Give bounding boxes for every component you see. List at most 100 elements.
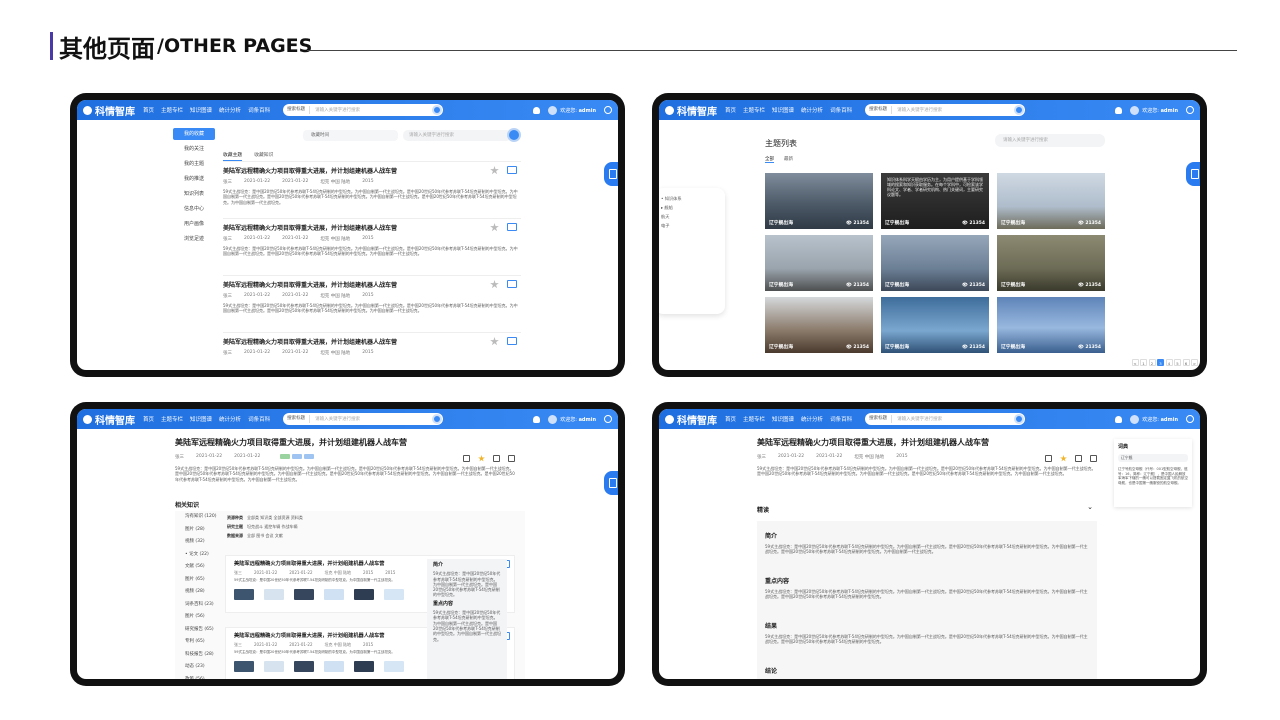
nav-graph[interactable]: 知识图谱 (772, 106, 794, 114)
date-filter[interactable]: 收藏时间 (303, 130, 398, 141)
related-category[interactable]: 科技报告 (28) (175, 649, 223, 662)
tree-node-root[interactable]: • 知识体系 (661, 194, 719, 203)
sidebar-item-knowledge[interactable]: 知识列表 (173, 188, 215, 200)
star-icon[interactable] (1060, 455, 1067, 462)
download-icon[interactable] (493, 455, 500, 462)
page-button[interactable]: 6 (1182, 359, 1190, 366)
tag-chip[interactable] (292, 454, 303, 459)
search-type-select[interactable]: 搜索标题 (283, 106, 311, 114)
global-search[interactable]: 搜索标题 请输入关键字进行搜索 (283, 413, 444, 425)
sidebar-item-topics[interactable]: 我的主题 (173, 158, 215, 170)
topic-tile[interactable]: 辽宁舰出海 👁 21354 (997, 173, 1105, 229)
book-icon[interactable] (507, 337, 517, 345)
chevron-down-icon[interactable]: ⌄ (1087, 503, 1093, 511)
sidebar-item-push[interactable]: 我的推送 (173, 173, 215, 185)
page-button[interactable]: 4 (1165, 359, 1173, 366)
floating-toolbar[interactable] (604, 162, 618, 186)
star-icon[interactable] (478, 455, 485, 462)
nav-topics[interactable]: 主题专栏 (743, 106, 765, 114)
share-icon[interactable] (1045, 455, 1052, 462)
power-icon[interactable] (1186, 415, 1194, 423)
sidebar-item-messages[interactable]: 信息中心 (173, 203, 215, 215)
avatar[interactable] (1130, 105, 1140, 115)
nav-wiki[interactable]: 词条百科 (830, 415, 852, 423)
bell-icon[interactable] (533, 415, 541, 423)
nav-stats[interactable]: 统计分析 (219, 415, 241, 423)
tab-latest[interactable]: 最新 (784, 156, 793, 163)
search-input[interactable]: 请输入关键字进行搜索 (892, 107, 942, 113)
app-logo[interactable]: 科情智库 (83, 412, 135, 427)
app-logo[interactable]: 科情智库 (83, 103, 135, 118)
tree-node-ships[interactable]: ▸ 舰船 (661, 203, 719, 212)
thumbnail[interactable] (384, 589, 404, 600)
article-title[interactable]: 美陆军远程精确火力项目取得重大进展，并计划组建机器人战车营 (223, 280, 521, 289)
page-button[interactable]: 1 (1140, 359, 1147, 366)
nav-home[interactable]: 首页 (143, 106, 154, 114)
tag-chip[interactable] (280, 454, 291, 459)
global-search[interactable]: 搜索标题 请输入关键字进行搜索 (283, 104, 444, 116)
floating-toolbar[interactable] (1186, 162, 1200, 186)
related-category[interactable]: 视频 (28) (175, 586, 223, 599)
topic-tile[interactable]: 辽宁舰出海 👁 21354 (765, 235, 873, 291)
sidebar-item-follows[interactable]: 我的关注 (173, 143, 215, 155)
search-type-select[interactable]: 搜索标题 (283, 415, 311, 423)
topic-tile[interactable]: 辽宁舰出海 👁 21354 (765, 173, 873, 229)
topic-search-input[interactable]: 请输入关键字进行搜索 (995, 134, 1105, 147)
related-category[interactable]: 视频 (32) (175, 536, 223, 549)
page-button[interactable]: 3 (1157, 359, 1164, 366)
nav-topics[interactable]: 主题专栏 (743, 415, 765, 423)
page-button[interactable]: < (1131, 359, 1139, 366)
nav-wiki[interactable]: 词条百科 (248, 106, 270, 114)
book-icon[interactable] (507, 223, 517, 231)
related-category[interactable]: 沟有知识 (120) (175, 511, 223, 524)
page-button[interactable]: > (1191, 359, 1198, 366)
related-category[interactable]: 专利 (65) (175, 636, 223, 649)
global-search[interactable]: 搜索标题 请输入关键字进行搜索 (865, 413, 1026, 425)
tab-all[interactable]: 全部 (765, 156, 774, 163)
tab-fav-knowledge[interactable]: 收藏知识 (254, 150, 273, 161)
related-category[interactable]: 文献 (56) (175, 561, 223, 574)
nav-topics[interactable]: 主题专栏 (161, 415, 183, 423)
thumbnail[interactable] (234, 589, 254, 600)
thumbnail[interactable] (294, 661, 314, 672)
topic-tile[interactable]: 辽宁舰出海 👁 21354 (881, 297, 989, 353)
article-title[interactable]: 美陆军远程精确火力项目取得重大进展，并计划组建机器人战车营 (223, 166, 521, 175)
thumbnail[interactable] (384, 661, 404, 672)
related-category[interactable]: • 论文 (22) (175, 549, 223, 562)
external-link-icon[interactable] (508, 455, 515, 462)
thumbnail[interactable] (294, 589, 314, 600)
topic-tile[interactable]: 辽宁舰出海 👁 21354 (997, 235, 1105, 291)
app-logo[interactable]: 科情智库 (665, 103, 717, 118)
related-category[interactable]: 图片 (65) (175, 574, 223, 587)
sidebar-item-profile[interactable]: 用户画像 (173, 218, 215, 230)
bell-icon[interactable] (533, 106, 541, 114)
thumbnail[interactable] (324, 661, 344, 672)
tag-chip[interactable] (304, 454, 315, 459)
thumbnail[interactable] (354, 661, 374, 672)
related-category[interactable]: 词条百科 (23) (175, 599, 223, 612)
search-type-select[interactable]: 搜索标题 (865, 415, 893, 423)
nav-stats[interactable]: 统计分析 (219, 106, 241, 114)
book-icon[interactable] (507, 280, 517, 288)
avatar[interactable] (1130, 414, 1140, 424)
bell-icon[interactable] (1115, 415, 1123, 423)
avatar[interactable] (548, 105, 558, 115)
external-link-icon[interactable] (1090, 455, 1097, 462)
thumbnail[interactable] (324, 589, 344, 600)
sidebar-item-history[interactable]: 浏览足迹 (173, 233, 215, 245)
filter-options[interactable]: 全部 图书 会议 文献 (247, 533, 283, 538)
avatar[interactable] (548, 414, 558, 424)
sidebar-item-favorites[interactable]: 我的收藏 (173, 128, 215, 140)
nav-stats[interactable]: 统计分析 (801, 106, 823, 114)
nav-home[interactable]: 首页 (143, 415, 154, 423)
thumbnail[interactable] (264, 589, 284, 600)
related-category[interactable]: 图片 (28) (175, 524, 223, 537)
book-icon[interactable] (507, 166, 517, 174)
bell-icon[interactable] (1115, 106, 1123, 114)
search-icon[interactable] (1014, 414, 1025, 424)
thumbnail[interactable] (264, 661, 284, 672)
related-category[interactable]: 动态 (23) (175, 661, 223, 674)
nav-graph[interactable]: 知识图谱 (190, 106, 212, 114)
search-icon[interactable] (432, 105, 443, 115)
topic-tile[interactable]: 辽宁舰出海 👁 21354 (881, 235, 989, 291)
